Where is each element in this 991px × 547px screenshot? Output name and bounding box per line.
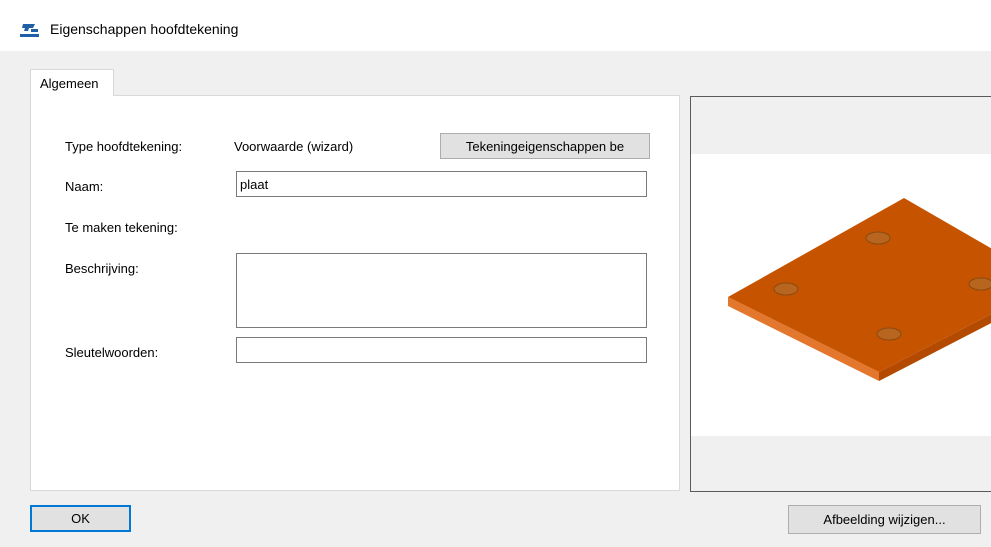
preview-area bbox=[691, 154, 991, 436]
general-panel: Type hoofdtekening: Voorwaarde (wizard) … bbox=[30, 95, 680, 491]
tab-algemeen[interactable]: Algemeen bbox=[30, 69, 114, 96]
drawing-properties-button[interactable]: Tekeningeigenschappen be bbox=[440, 133, 650, 159]
drawing-to-make-label: Te maken tekening: bbox=[65, 220, 178, 235]
window-title: Eigenschappen hoofdtekening bbox=[50, 21, 239, 37]
keywords-input[interactable] bbox=[236, 337, 647, 363]
title-bar: Eigenschappen hoofdtekening bbox=[0, 0, 991, 51]
type-value: Voorwaarde (wizard) bbox=[234, 139, 354, 154]
type-label: Type hoofdtekening: bbox=[65, 139, 183, 154]
plate-hole bbox=[773, 282, 799, 296]
description-label: Beschrijving: bbox=[65, 261, 139, 276]
keywords-label: Sleutelwoorden: bbox=[65, 345, 159, 360]
name-input[interactable] bbox=[236, 171, 647, 197]
drawing-app-icon bbox=[20, 24, 39, 37]
plate-hole bbox=[876, 327, 902, 341]
tab-algemeen-label: Algemeen bbox=[40, 76, 99, 91]
preview-frame bbox=[690, 96, 991, 492]
description-field[interactable] bbox=[236, 253, 647, 328]
plate-preview-image bbox=[728, 198, 991, 381]
name-label: Naam: bbox=[65, 179, 104, 194]
plate-hole bbox=[865, 231, 891, 245]
ok-button[interactable]: OK bbox=[30, 505, 131, 532]
plate-top-face bbox=[728, 198, 991, 372]
plate-hole bbox=[968, 277, 991, 291]
change-image-button[interactable]: Afbeelding wijzigen... bbox=[788, 505, 981, 534]
